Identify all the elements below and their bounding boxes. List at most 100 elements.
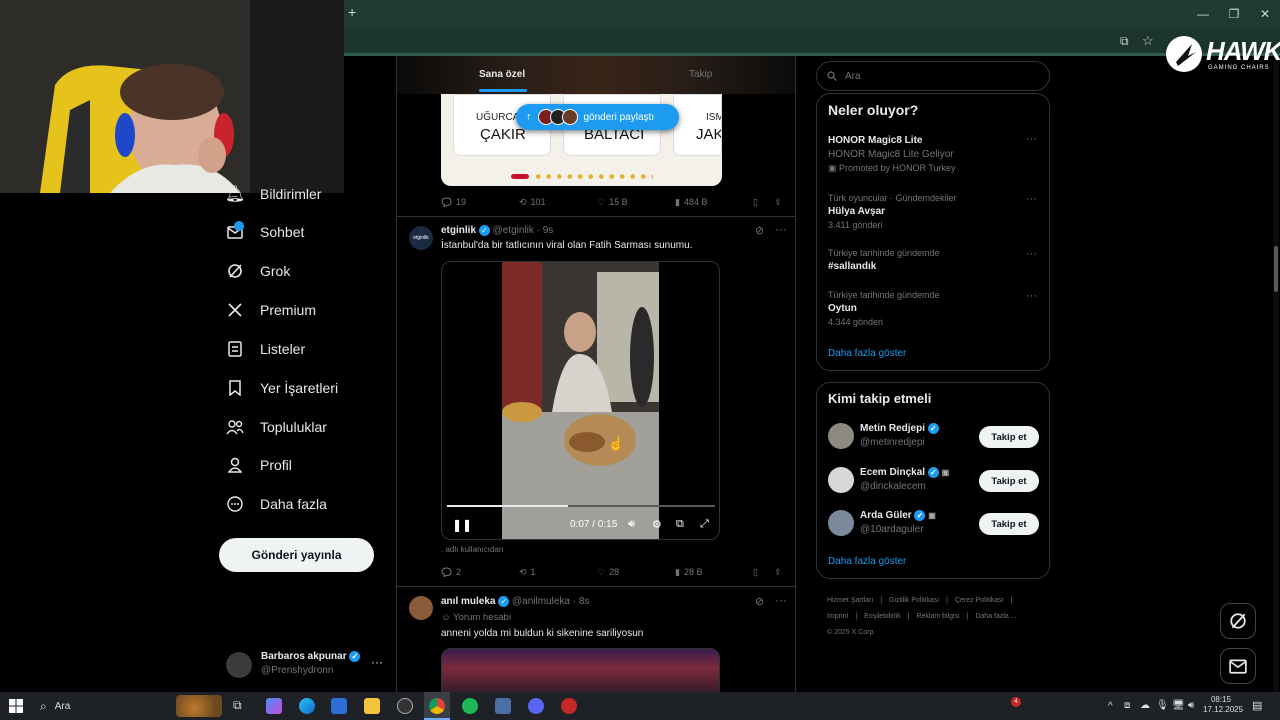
minimize-button[interactable]: — (1193, 6, 1213, 22)
grok-explain-icon[interactable]: ⊘ (755, 224, 764, 237)
nav-communities[interactable]: Topluluklar (226, 410, 327, 444)
repost-button[interactable]: ⟲ 1 (519, 567, 536, 578)
copilot-icon[interactable] (266, 698, 282, 714)
volume-icon[interactable]: 🔊︎ (1188, 700, 1194, 711)
task-view-icon[interactable]: ⧉ (233, 698, 242, 713)
follow-button[interactable]: Takip et (979, 513, 1039, 535)
nav-grok[interactable]: Grok (226, 254, 290, 288)
notification-center-icon[interactable]: ▤ (1252, 699, 1262, 712)
footer-link[interactable]: Daha fazla ... (975, 613, 1016, 620)
grok-floating-button[interactable] (1220, 603, 1256, 639)
fullscreen-icon[interactable]: ⤢ (700, 518, 709, 531)
trend-item[interactable]: Türk oyuncular · Gündemdekiler Hülya Avş… (828, 193, 1042, 230)
bookmark-post-button[interactable]: ▯ (753, 567, 758, 578)
views-button[interactable]: ▮ 484 B (675, 197, 707, 208)
search-box[interactable] (816, 61, 1050, 91)
post-more-icon[interactable]: ··· (775, 593, 787, 607)
install-app-icon[interactable]: ⧉ (1120, 34, 1129, 49)
restore-button[interactable]: ❐ (1224, 6, 1244, 22)
footer-link[interactable]: Erişilebilirlik (864, 613, 901, 620)
settings-gear-icon[interactable]: ⚙ (652, 518, 662, 531)
chrome-icon[interactable] (429, 698, 445, 714)
microphone-icon[interactable]: 🎙︎ (1156, 700, 1169, 711)
post3-handle[interactable]: @anilmuleka (512, 596, 570, 607)
account-more-icon[interactable]: ··· (371, 655, 383, 669)
browser-address-bar[interactable]: ⧉ ☆ (344, 28, 1280, 56)
nav-lists[interactable]: Listeler (226, 332, 305, 366)
like-button[interactable]: ♡ 15 B (597, 197, 628, 208)
follow-suggestion[interactable]: Arda Güler ✓ ▣ @10ardaguler Takip et (828, 510, 1042, 538)
page-scrollbar[interactable] (1273, 60, 1279, 692)
footer-link[interactable]: Çerez Politikası (955, 597, 1004, 604)
footer-link[interactable]: Gizlilik Politikası (889, 597, 939, 604)
account-switcher[interactable]: Barbaros akpunar ✓ @Prenshydronn ··· (226, 650, 386, 680)
trend-more-icon[interactable]: ··· (1026, 133, 1037, 145)
discord-icon[interactable] (528, 698, 544, 714)
post2-video-player[interactable]: ❚❚ 0:07 / 0:15 🔊︎ ⚙ ⧉ ⤢ (441, 261, 720, 540)
tray-overflow-icon[interactable]: ^ (1108, 701, 1113, 712)
messages-floating-button[interactable] (1220, 648, 1256, 684)
trend-more-icon[interactable]: ··· (1026, 248, 1037, 260)
post3-media[interactable] (441, 648, 720, 692)
post2-handle[interactable]: @etginlik (493, 225, 534, 236)
trend-item[interactable]: Türkiye tarihinde gündemde #sallandık (828, 248, 1042, 272)
repost-button[interactable]: ⟲ 101 (519, 197, 546, 208)
post3-time[interactable]: · 8s (573, 596, 590, 607)
post-button[interactable]: Gönderi yayınla (219, 538, 374, 572)
post-more-icon[interactable]: ··· (775, 222, 787, 236)
edge-icon[interactable] (299, 698, 315, 714)
trend-more-icon[interactable]: ··· (1026, 290, 1037, 302)
footer-link[interactable]: Hizmet Şartları (827, 597, 873, 604)
trend-item[interactable]: Türkiye tarihinde gündemde Oytun 4.344 g… (828, 290, 1042, 327)
search-input[interactable] (845, 70, 1025, 82)
reply-button[interactable]: 2 (441, 567, 461, 577)
footer-link[interactable]: Reklam bilgisi (916, 613, 959, 620)
volume-icon[interactable]: 🔊︎ (628, 518, 635, 531)
cloud-icon[interactable]: ☁ (1140, 700, 1150, 711)
picture-in-picture-icon[interactable]: ⧉ (676, 518, 684, 531)
nav-premium[interactable]: Premium (226, 293, 316, 327)
xbox-icon[interactable] (397, 698, 413, 714)
footer-link[interactable]: Imprint (827, 613, 848, 620)
video-attribution[interactable]: . adlı kullanıcıdan (441, 545, 503, 554)
close-window-button[interactable]: ✕ (1255, 6, 1275, 22)
nav-more[interactable]: Daha fazla (226, 487, 327, 521)
reply-button[interactable]: 19 (441, 197, 466, 207)
file-explorer-icon[interactable] (364, 698, 380, 714)
post2-display-name[interactable]: etginlik (441, 225, 476, 236)
bookmark-post-button[interactable]: ▯ (753, 197, 758, 208)
nav-bookmarks[interactable]: Yer İşaretleri (226, 371, 338, 405)
post3-display-name[interactable]: anıl muleka (441, 596, 495, 607)
taskbar-clock[interactable]: 08:15 17.12.2025 (1203, 695, 1243, 715)
trends-show-more-link[interactable]: Daha fazla göster (828, 348, 906, 359)
new-tab-button[interactable]: + (348, 4, 356, 20)
post3-avatar[interactable] (409, 596, 433, 620)
nav-notifications[interactable]: 🔔︎ Bildirimler (225, 177, 322, 211)
tab-for-you[interactable]: Sana özel (479, 69, 525, 80)
views-button[interactable]: ▮ 28 B (675, 567, 702, 578)
new-posts-pill[interactable]: ↑ gönderi paylaştı (516, 104, 679, 130)
network-icon[interactable]: 🖥︎ (1172, 700, 1185, 711)
post2-time[interactable]: · 9s (537, 225, 554, 236)
windows-start-icon[interactable] (9, 699, 23, 713)
share-icon[interactable]: ⇪ (774, 567, 782, 578)
follow-button[interactable]: Takip et (979, 426, 1039, 448)
like-button[interactable]: ♡ 28 (597, 567, 619, 578)
pause-icon[interactable]: ❚❚ (452, 518, 472, 532)
who-to-follow-show-more-link[interactable]: Daha fazla göster (828, 556, 906, 567)
spotify-icon[interactable] (462, 698, 478, 714)
trend-item[interactable]: HONOR Magic8 Lite HONOR Magic8 Lite Geli… (828, 135, 1042, 174)
bookmark-star-icon[interactable]: ☆ (1142, 33, 1154, 49)
scrollbar-thumb[interactable] (1274, 246, 1278, 292)
mail-app-icon[interactable] (331, 698, 347, 714)
trend-more-icon[interactable]: ··· (1026, 193, 1037, 205)
share-icon[interactable]: ⇪ (774, 197, 782, 208)
valorant-icon[interactable] (561, 698, 577, 714)
follow-suggestion[interactable]: Ecem Dinçkal ✓ ▣ @dinckalecem Takip et (828, 467, 1042, 495)
video-progress-track[interactable] (447, 505, 715, 507)
post2-avatar[interactable]: etginlik (409, 226, 433, 250)
taskbar-search[interactable]: ⌕ Ara (32, 692, 222, 720)
app-icon[interactable] (495, 698, 511, 714)
tab-following[interactable]: Takip (689, 69, 712, 80)
grok-explain-icon[interactable]: ⊘ (755, 595, 764, 608)
